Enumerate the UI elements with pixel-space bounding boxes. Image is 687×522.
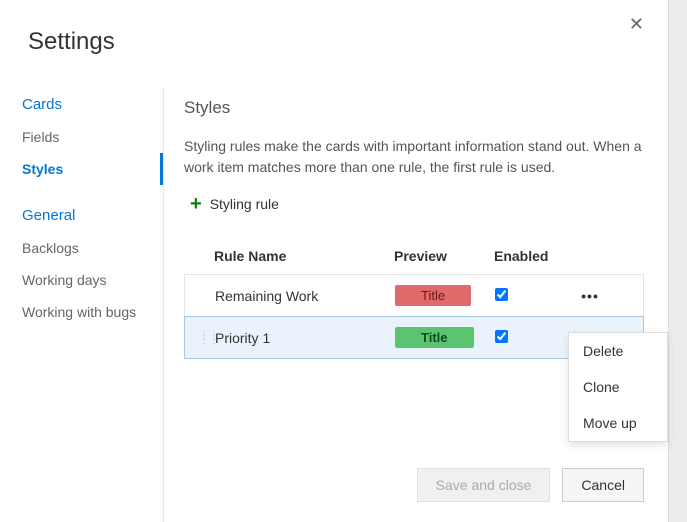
add-styling-rule-button[interactable]: + Styling rule bbox=[190, 194, 279, 214]
col-rule-name: Rule Name bbox=[214, 248, 394, 264]
menu-item-delete[interactable]: Delete bbox=[569, 333, 667, 369]
section-description: Styling rules make the cards with import… bbox=[184, 136, 644, 178]
settings-dialog: ✕ Settings Cards Fields Styles General B… bbox=[0, 0, 668, 522]
rule-enabled-cell bbox=[495, 330, 570, 346]
col-actions bbox=[569, 248, 609, 264]
rule-preview: Title bbox=[395, 327, 495, 348]
sidebar-item-backlogs[interactable]: Backlogs bbox=[0, 232, 163, 264]
window-edge bbox=[668, 0, 687, 522]
rule-name: Remaining Work bbox=[215, 288, 395, 304]
close-icon: ✕ bbox=[629, 14, 644, 34]
rule-row[interactable]: ⋮⋮⋮⋮ Remaining Work Title ••• bbox=[184, 274, 644, 316]
plus-icon: + bbox=[190, 194, 202, 214]
save-and-close-button[interactable]: Save and close bbox=[417, 468, 551, 502]
drag-handle-icon[interactable]: ⋮⋮⋮⋮ bbox=[199, 333, 211, 343]
dialog-body: Cards Fields Styles General Backlogs Wor… bbox=[0, 88, 668, 522]
sidebar-item-styles[interactable]: Styles bbox=[0, 153, 163, 185]
enabled-checkbox[interactable] bbox=[495, 330, 508, 343]
rule-actions: ••• bbox=[570, 288, 610, 304]
dialog-title: Settings bbox=[0, 0, 668, 76]
sidebar-group-general[interactable]: General bbox=[0, 199, 163, 232]
col-preview: Preview bbox=[394, 248, 494, 264]
rules-header: Rule Name Preview Enabled bbox=[184, 240, 644, 274]
rule-name: Priority 1 bbox=[215, 330, 395, 346]
sidebar-group-cards[interactable]: Cards bbox=[0, 88, 163, 121]
dialog-footer: Save and close Cancel bbox=[417, 468, 644, 502]
settings-main: Styles Styling rules make the cards with… bbox=[164, 88, 668, 522]
add-rule-label: Styling rule bbox=[210, 196, 279, 212]
menu-item-clone[interactable]: Clone bbox=[569, 369, 667, 405]
section-title: Styles bbox=[184, 98, 644, 118]
cancel-button[interactable]: Cancel bbox=[562, 468, 644, 502]
sidebar-item-working-days[interactable]: Working days bbox=[0, 264, 163, 296]
sidebar-item-fields[interactable]: Fields bbox=[0, 121, 163, 153]
enabled-checkbox[interactable] bbox=[495, 288, 508, 301]
rule-preview: Title bbox=[395, 285, 495, 306]
menu-item-move-up[interactable]: Move up bbox=[569, 405, 667, 441]
more-actions-icon[interactable]: ••• bbox=[581, 288, 599, 304]
preview-chip: Title bbox=[395, 285, 471, 306]
close-button[interactable]: ✕ bbox=[621, 10, 652, 39]
sidebar-item-working-with-bugs[interactable]: Working with bugs bbox=[0, 296, 163, 328]
row-context-menu: Delete Clone Move up bbox=[568, 332, 668, 442]
rule-enabled-cell bbox=[495, 288, 570, 304]
col-enabled: Enabled bbox=[494, 248, 569, 264]
settings-sidebar: Cards Fields Styles General Backlogs Wor… bbox=[0, 88, 164, 522]
preview-chip: Title bbox=[395, 327, 474, 348]
